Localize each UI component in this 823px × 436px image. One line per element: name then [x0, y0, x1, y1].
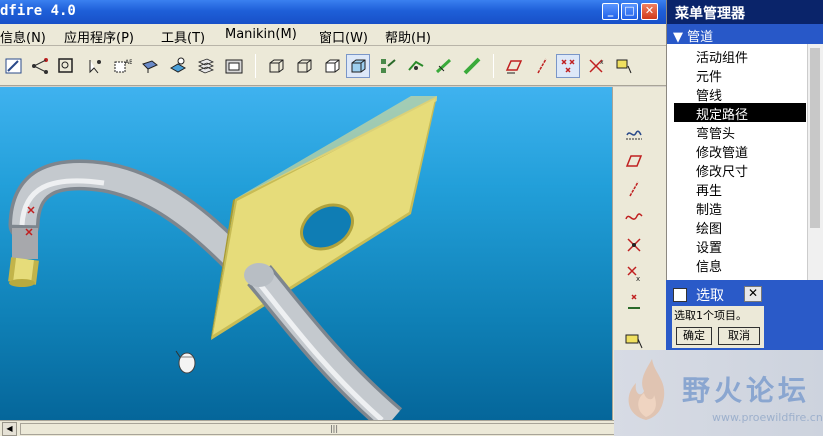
minimize-button[interactable]: _	[602, 3, 619, 20]
point-icon[interactable]	[556, 54, 580, 78]
sketch-curve-icon[interactable]	[622, 121, 646, 145]
toolbar-separator	[493, 54, 494, 78]
close-button[interactable]: ✕	[641, 3, 658, 20]
menu-item-modify-dim[interactable]: 修改尺寸	[674, 160, 806, 180]
watermark-text: 野火论坛	[682, 374, 811, 407]
model-view	[8, 96, 437, 420]
no-hidden-icon[interactable]	[320, 54, 344, 78]
menu-manager-panel: 菜单管理器 ▼ 管道 活动组件 元件 管线 规定路径 弯管头 修改管道 修改尺寸…	[666, 0, 823, 280]
menu-item-info[interactable]: 信息	[674, 255, 806, 275]
menu-item-component[interactable]: 元件	[674, 65, 806, 85]
shading-icon[interactable]	[346, 54, 370, 78]
sketch-icon[interactable]	[2, 54, 26, 78]
menu-item-modify-pipe[interactable]: 修改管道	[674, 141, 806, 161]
mouse-cursor-icon	[175, 350, 196, 374]
datum-point-tool-icon[interactable]	[622, 233, 646, 257]
horizontal-scrollbar[interactable]: ◀ ||| ▶	[0, 420, 666, 436]
ok-button[interactable]: 确定	[676, 327, 712, 345]
datum-plane-icon[interactable]	[376, 54, 400, 78]
menu-item-bend[interactable]: 弯管头	[674, 122, 806, 142]
menu-tools[interactable]: 工具(T)	[161, 27, 205, 46]
watermark-url: www.proewildfire.cn	[712, 411, 823, 424]
spin-center-icon[interactable]	[138, 54, 162, 78]
maximize-button[interactable]: □	[621, 3, 638, 20]
svg-text:x: x	[636, 275, 640, 283]
reorient-icon[interactable]	[82, 54, 106, 78]
hidden-line-icon[interactable]	[292, 54, 316, 78]
menu-item-drawing[interactable]: 绘图	[674, 217, 806, 237]
scroll-thumb[interactable]: |||	[20, 423, 648, 435]
svg-text:AB: AB	[125, 59, 132, 66]
plane-icon[interactable]	[502, 54, 526, 78]
menu-manager-title: 菜单管理器	[667, 0, 823, 24]
toolbar: AB x	[0, 46, 666, 86]
coordinate-tool-icon[interactable]	[622, 289, 646, 313]
zoom-icon[interactable]	[54, 54, 78, 78]
select-dialog-message: 选取1个项目。	[674, 309, 747, 322]
menu-item-route[interactable]: 规定路径	[674, 103, 806, 123]
view-manager-icon[interactable]: AB	[110, 54, 134, 78]
menu-help[interactable]: 帮助(H)	[385, 27, 431, 46]
title-bar[interactable]: dfire 4.0 _ □ ✕	[0, 0, 666, 24]
flame-logo-icon	[628, 359, 665, 420]
coordinate-system-icon[interactable]: x	[584, 54, 608, 78]
curve-tool-icon[interactable]	[622, 205, 646, 229]
layers-icon[interactable]	[166, 54, 190, 78]
axis-icon[interactable]	[530, 54, 554, 78]
menu-item-manufacture[interactable]: 制造	[674, 198, 806, 218]
saved-view-icon[interactable]	[222, 54, 246, 78]
scroll-left-button[interactable]: ◀	[2, 422, 17, 436]
window-title: dfire 4.0	[0, 3, 76, 19]
cancel-button[interactable]: 取消	[718, 327, 760, 345]
menu-bar: 信息(N) 应用程序(P) 工具(T) Manikin(M) 窗口(W) 帮助(…	[0, 24, 666, 46]
select-dialog-icon	[673, 288, 687, 302]
annotation-icon[interactable]	[612, 54, 636, 78]
svg-text:x: x	[600, 59, 604, 66]
offset-point-icon[interactable]: x	[622, 261, 646, 285]
menu-window[interactable]: 窗口(W)	[319, 27, 368, 46]
menu-info[interactable]: 信息(N)	[0, 27, 46, 46]
datum-plane-tool-icon[interactable]	[622, 149, 646, 173]
main-window: dfire 4.0 _ □ ✕ 信息(N) 应用程序(P) 工具(T) Mani…	[0, 0, 666, 436]
menu-applications[interactable]: 应用程序(P)	[64, 27, 134, 46]
select-dialog-close-button[interactable]: ✕	[744, 286, 762, 302]
pipe-segment-icon[interactable]	[460, 54, 484, 78]
toolbar-separator	[255, 54, 256, 78]
menu-scroll-thumb[interactable]	[810, 48, 820, 228]
menu-manikin[interactable]: Manikin(M)	[225, 27, 297, 42]
menu-item-active-component[interactable]: 活动组件	[674, 46, 806, 66]
wireframe-icon[interactable]	[264, 54, 288, 78]
datum-axis-tool-icon[interactable]	[622, 177, 646, 201]
menu-group-piping[interactable]: ▼ 管道	[667, 24, 823, 45]
scroll-grip: |||	[329, 424, 339, 433]
datum-axis-icon[interactable]	[404, 54, 428, 78]
pipe-route-icon[interactable]	[432, 54, 456, 78]
graphics-viewport[interactable]	[0, 87, 612, 420]
menu-item-regenerate[interactable]: 再生	[674, 179, 806, 199]
menu-item-pipeline[interactable]: 管线	[674, 84, 806, 104]
stack-icon[interactable]	[194, 54, 218, 78]
datum-point-icon[interactable]	[28, 54, 52, 78]
menu-item-setup[interactable]: 设置	[674, 236, 806, 256]
